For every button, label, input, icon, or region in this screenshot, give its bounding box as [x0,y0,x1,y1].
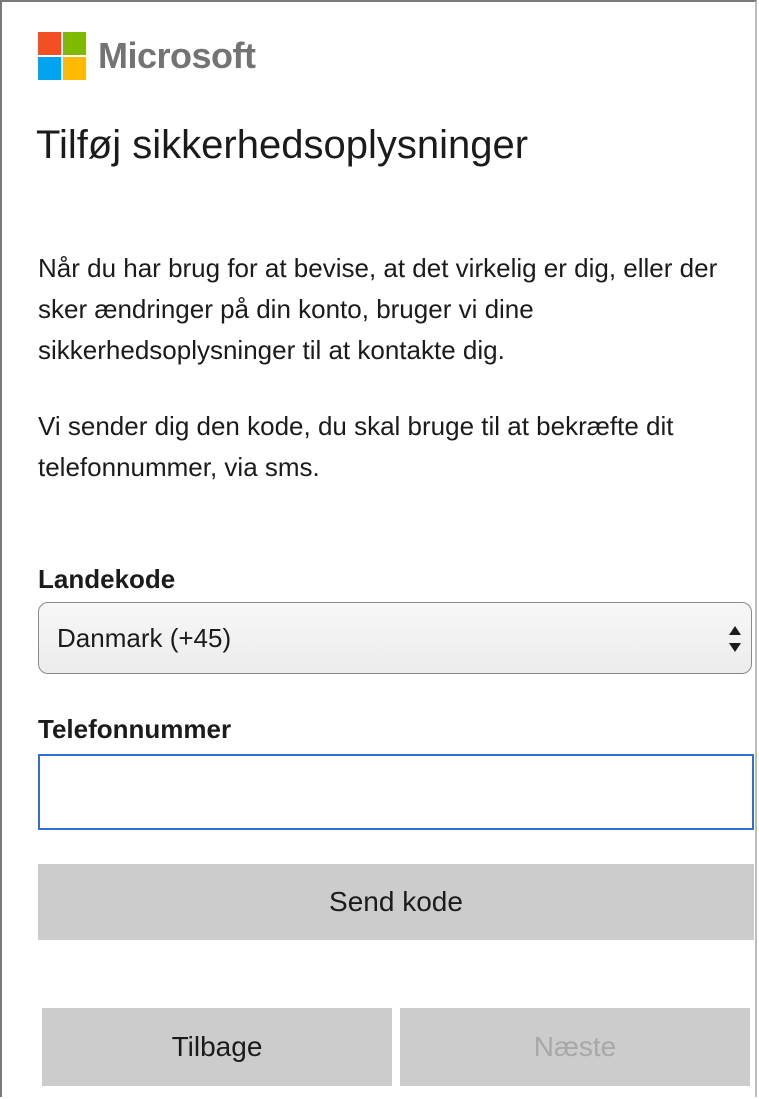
up-down-chevron-icon [729,626,741,652]
logo-square-blue [38,57,61,80]
dialog-frame: Microsoft Tilføj sikkerhedsoplysninger N… [0,0,757,1097]
send-code-button[interactable]: Send kode [38,864,754,940]
logo-square-green [63,32,86,55]
microsoft-logo: Microsoft [38,32,256,80]
logo-square-red [38,32,61,55]
back-button[interactable]: Tilbage [42,1008,392,1086]
sms-info-paragraph: Vi sender dig den kode, du skal bruge ti… [38,411,674,482]
next-button[interactable]: Næste [400,1008,750,1086]
phone-number-input[interactable] [38,754,754,830]
microsoft-logo-icon [38,32,86,80]
page-title: Tilføj sikkerhedsoplysninger [36,123,529,167]
intro-paragraph: Når du har brug for at bevise, at det vi… [38,253,718,365]
logo-square-yellow [63,57,86,80]
country-code-label: Landekode [38,564,176,594]
brand-name: Microsoft [98,35,256,76]
country-code-value: Danmark (+45) [57,622,232,653]
phone-number-label: Telefonnummer [38,714,232,744]
country-code-select[interactable]: Danmark (+45) [38,602,752,674]
